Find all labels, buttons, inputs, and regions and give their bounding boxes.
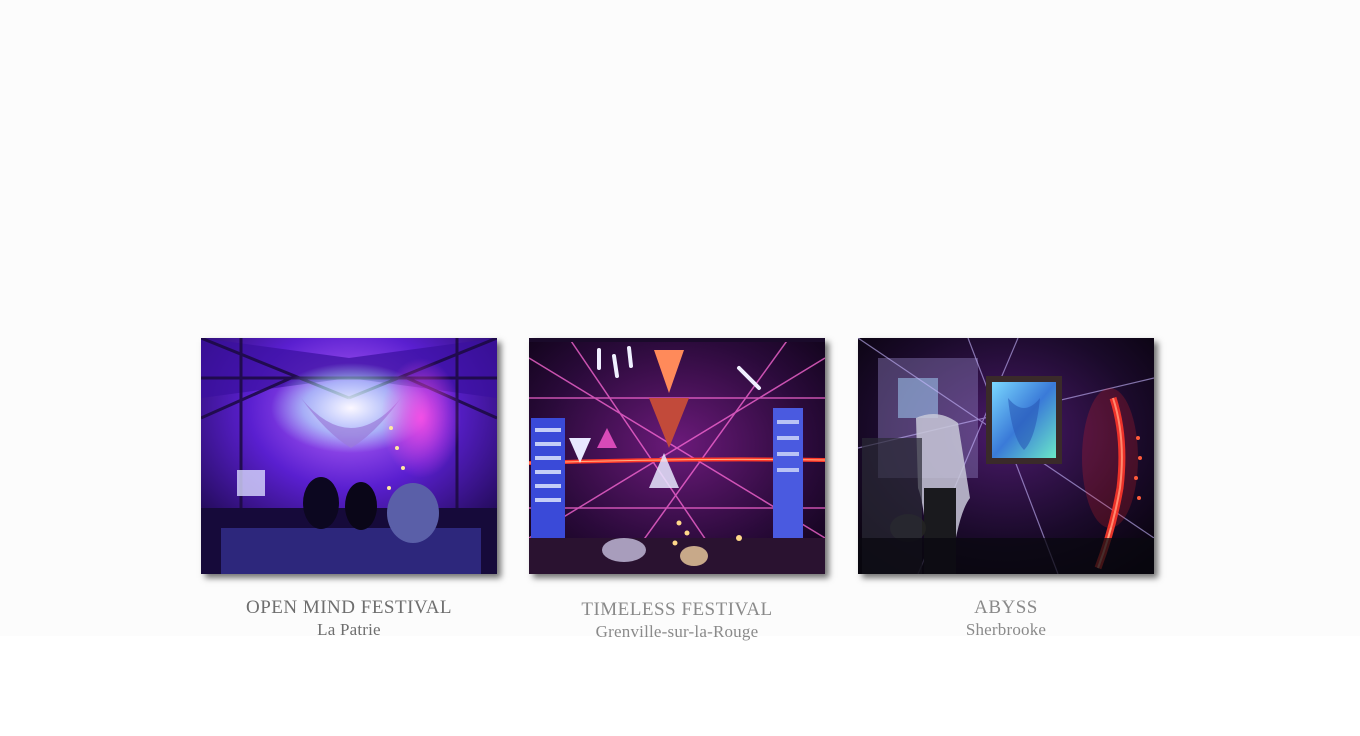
festival-photo-open-mind[interactable] xyxy=(201,338,497,574)
festival-gallery: OPEN MIND FESTIVAL La Patrie TIMELESS FE… xyxy=(0,0,1360,736)
festival-title[interactable]: ABYSS xyxy=(858,597,1154,619)
festival-location: Sherbrooke xyxy=(965,620,1047,639)
festival-photo-abyss[interactable] xyxy=(858,338,1154,574)
festival-photo-timeless[interactable] xyxy=(529,338,825,574)
festival-title[interactable]: TIMELESS FESTIVAL xyxy=(529,599,825,621)
festival-location: Grenville-sur-la-Rouge xyxy=(595,622,759,641)
festival-title[interactable]: OPEN MIND FESTIVAL xyxy=(201,597,497,619)
gallery-caption: ABYSS Sherbrooke xyxy=(858,597,1154,641)
gallery-caption: TIMELESS FESTIVAL Grenville-sur-la-Rouge xyxy=(529,599,825,643)
gallery-caption: OPEN MIND FESTIVAL La Patrie xyxy=(201,597,497,641)
festival-location: La Patrie xyxy=(317,620,381,639)
